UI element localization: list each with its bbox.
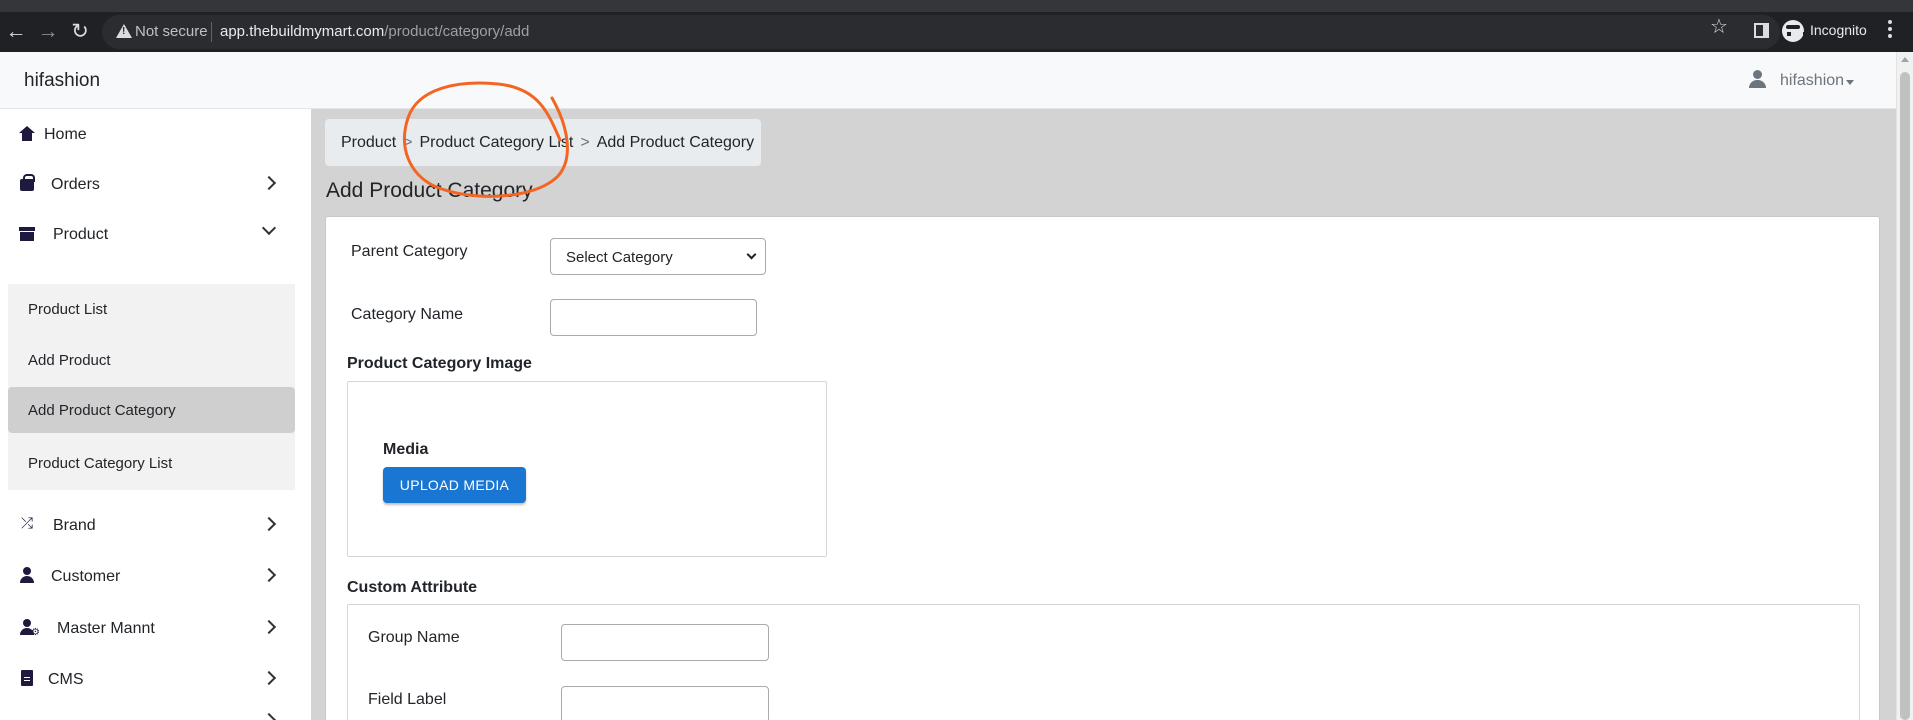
- forward-arrow-icon[interactable]: →: [34, 18, 62, 46]
- submenu-item-add-product-category[interactable]: Add Product Category: [8, 387, 295, 433]
- user-icon[interactable]: [1749, 70, 1766, 88]
- field-label-input[interactable]: [561, 686, 769, 720]
- custom-attribute-title: Custom Attribute: [347, 579, 478, 596]
- group-name-label: Group Name: [368, 629, 460, 646]
- sidebar-item-partial[interactable]: [0, 707, 296, 720]
- security-label[interactable]: Not secure: [135, 23, 208, 40]
- archive-box-icon: [19, 225, 35, 241]
- page-title: Add Product Category: [326, 179, 533, 202]
- chevron-down-icon: [746, 249, 757, 260]
- url-divider: [211, 22, 212, 42]
- scroll-up-arrow-icon[interactable]: [1901, 57, 1909, 62]
- main-content: Product > Product Category List > Add Pr…: [311, 109, 1896, 720]
- custom-attribute-box: Group Name Field Label: [347, 604, 1860, 720]
- chevron-right-icon: [261, 516, 277, 532]
- incognito-icon[interactable]: [1782, 20, 1807, 42]
- group-name-input[interactable]: [561, 624, 769, 661]
- breadcrumb-separator: >: [403, 133, 413, 151]
- user-icon: [19, 567, 35, 583]
- breadcrumb-item-current: Add Product Category: [596, 133, 755, 151]
- chevron-right-icon: [261, 567, 277, 583]
- breadcrumb-item-product[interactable]: Product: [341, 134, 396, 152]
- submenu-item-product-list[interactable]: Product List: [8, 286, 295, 332]
- url-host: app.thebuildmymart.com: [220, 23, 385, 40]
- sidebar-item-label: CMS: [48, 671, 84, 688]
- sidebar-item-label: Master Mannt: [57, 620, 155, 637]
- chevron-down-icon: [261, 220, 277, 236]
- app-header: hifashion hifashion: [0, 52, 1896, 109]
- bookmark-star-icon[interactable]: ☆: [1710, 17, 1728, 37]
- breadcrumb: Product > Product Category List > Add Pr…: [325, 119, 761, 166]
- url-text[interactable]: app.thebuildmymart.com/product/category/…: [220, 23, 529, 40]
- incognito-label[interactable]: Incognito: [1810, 22, 1867, 38]
- sidebar-item-customer[interactable]: Customer: [0, 553, 296, 599]
- parent-category-selected: Select Category: [566, 249, 673, 266]
- page-scrollbar[interactable]: [1896, 52, 1913, 720]
- sidebar-item-brand[interactable]: ⤮ Brand: [0, 502, 296, 548]
- sidebar-item-label: Product: [53, 226, 109, 243]
- sidebar-item-label: Orders: [51, 176, 100, 193]
- shopping-bag-icon: [19, 174, 35, 191]
- field-label-label: Field Label: [368, 691, 447, 708]
- user-gear-icon: ⚙: [19, 619, 40, 638]
- sidebar-item-home[interactable]: Home: [0, 111, 296, 157]
- brand-name[interactable]: hifashion: [24, 70, 100, 92]
- reload-icon[interactable]: ↻: [66, 18, 94, 46]
- submenu-item-label: Product Category List: [28, 455, 173, 472]
- sidebar-item-cms[interactable]: CMS: [0, 656, 296, 702]
- side-panel-icon[interactable]: [1754, 23, 1769, 38]
- form-card: Parent Category Select Category Category…: [325, 216, 1880, 720]
- chevron-right-icon: [261, 670, 277, 686]
- browser-toolbar: ← → ↻ Not secure app.thebuildmymart.com/…: [0, 12, 1913, 52]
- sidebar-item-product[interactable]: Product: [0, 211, 296, 257]
- submenu-item-label: Add Product: [28, 352, 111, 369]
- parent-category-label: Parent Category: [351, 243, 468, 260]
- parent-category-select[interactable]: Select Category: [550, 238, 766, 275]
- file-icon: [19, 670, 35, 686]
- caret-down-icon[interactable]: [1846, 80, 1854, 85]
- category-name-input[interactable]: [550, 299, 757, 336]
- address-bar[interactable]: Not secure app.thebuildmymart.com/produc…: [102, 15, 1780, 49]
- scroll-thumb[interactable]: [1900, 72, 1910, 720]
- product-category-image-title: Product Category Image: [347, 355, 532, 372]
- submenu-item-product-category-list[interactable]: Product Category List: [8, 440, 295, 486]
- shuffle-icon: ⤮: [20, 515, 33, 532]
- media-label: Media: [383, 441, 429, 458]
- sidebar: Home Orders Product Product List Add Pro…: [0, 109, 311, 720]
- submenu-item-label: Add Product Category: [28, 402, 176, 419]
- sidebar-item-label: Home: [44, 126, 87, 143]
- media-upload-box: Media UPLOAD MEDIA: [347, 381, 827, 557]
- product-submenu: Product List Add Product Add Product Cat…: [8, 284, 295, 490]
- breadcrumb-item-product-category-list[interactable]: Product Category List: [419, 134, 573, 152]
- chevron-right-icon: [261, 175, 277, 191]
- browser-tab-strip: [0, 0, 1913, 12]
- chevron-right-icon: [261, 619, 277, 635]
- user-menu-toggle[interactable]: hifashion: [1780, 72, 1844, 90]
- sidebar-item-label: Customer: [51, 568, 121, 585]
- browser-menu-icon[interactable]: [1888, 20, 1892, 40]
- sidebar-item-master-mannt[interactable]: ⚙ Master Mannt: [0, 605, 296, 651]
- chevron-right-icon: [261, 712, 277, 720]
- warning-icon[interactable]: [116, 24, 132, 38]
- submenu-item-label: Product List: [28, 301, 108, 318]
- back-arrow-icon[interactable]: ←: [2, 18, 30, 46]
- sidebar-item-orders[interactable]: Orders: [0, 161, 296, 207]
- url-path: /product/category/add: [384, 23, 530, 40]
- home-icon: [19, 125, 35, 141]
- sidebar-item-label: Brand: [53, 517, 96, 534]
- category-name-label: Category Name: [351, 306, 464, 323]
- submenu-item-add-product[interactable]: Add Product: [8, 337, 295, 383]
- breadcrumb-separator: >: [580, 133, 590, 151]
- upload-media-button[interactable]: UPLOAD MEDIA: [383, 467, 526, 503]
